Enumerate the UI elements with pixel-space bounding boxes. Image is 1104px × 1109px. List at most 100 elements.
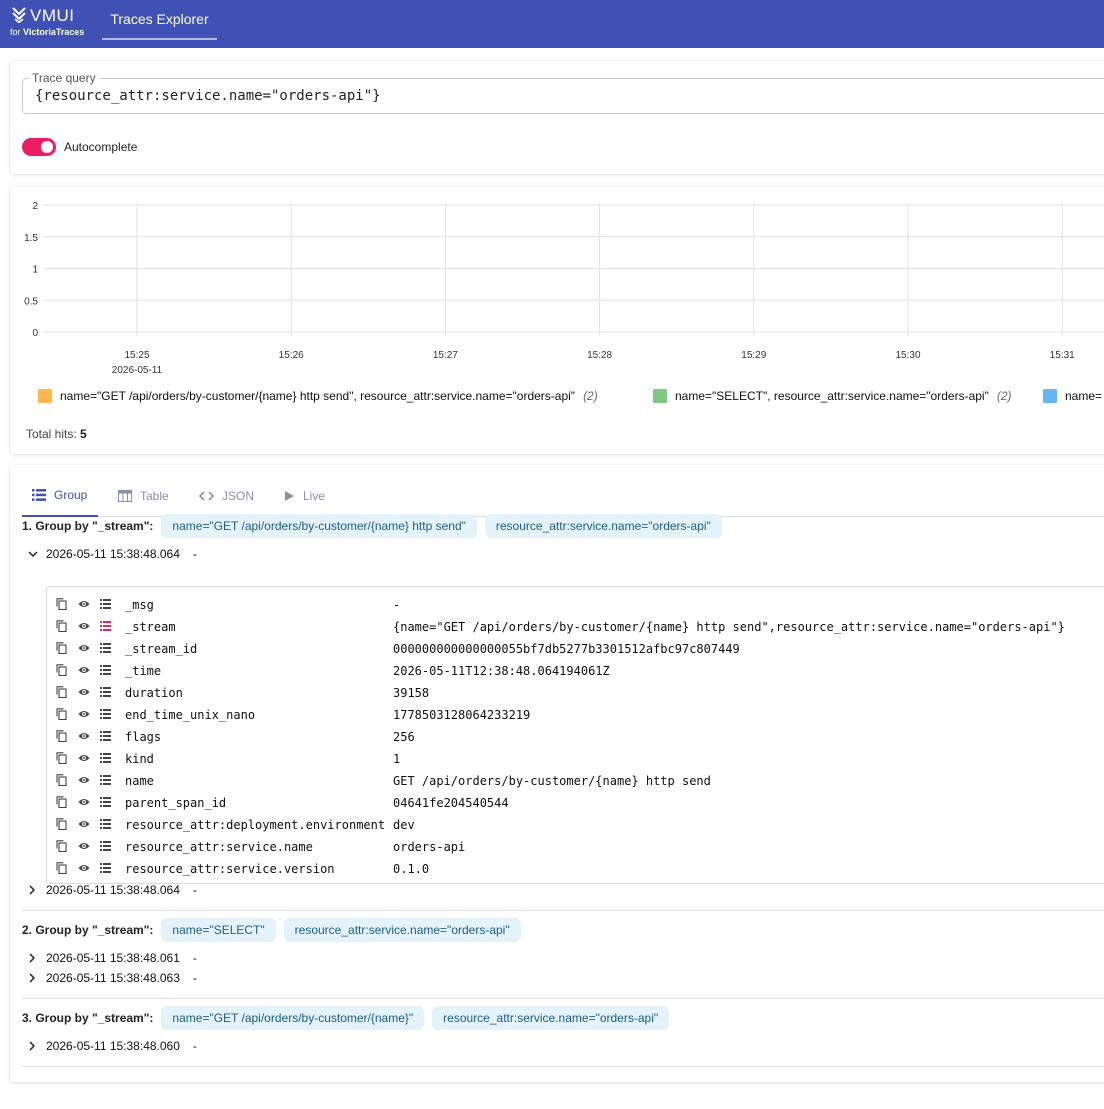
tab-json[interactable]: JSON xyxy=(199,475,261,517)
stream-chip[interactable]: resource_attr:service.name="orders-api" xyxy=(432,1006,670,1030)
eye-icon[interactable] xyxy=(78,731,90,741)
copy-icon[interactable] xyxy=(56,730,67,742)
chevron-right-icon[interactable] xyxy=(28,973,38,983)
copy-icon[interactable] xyxy=(56,708,67,720)
chevron-right-icon[interactable] xyxy=(28,885,38,895)
copy-icon[interactable] xyxy=(56,664,67,676)
field-key: _stream_id xyxy=(125,642,198,656)
copy-icon[interactable] xyxy=(56,774,67,786)
autocomplete-toggle[interactable] xyxy=(22,138,56,156)
trace-query-field[interactable]: Trace query {resource_attr:service.name=… xyxy=(22,71,1104,114)
eye-icon[interactable] xyxy=(78,643,90,653)
list-icon[interactable] xyxy=(100,775,111,785)
trace-query-input[interactable]: {resource_attr:service.name="orders-api"… xyxy=(35,88,381,104)
list-icon[interactable] xyxy=(100,665,111,675)
chevron-right-icon[interactable] xyxy=(28,1041,38,1051)
copy-icon[interactable] xyxy=(56,840,67,852)
group-divider xyxy=(22,998,1104,999)
tab-label: JSON xyxy=(222,489,255,503)
eye-icon[interactable] xyxy=(78,687,90,697)
copy-icon[interactable] xyxy=(56,752,67,764)
field-row: resource_attr:service.version 0.1.0 xyxy=(47,858,1104,880)
list-icon[interactable] xyxy=(100,863,111,873)
list-icon[interactable] xyxy=(100,731,111,741)
legend-swatch xyxy=(38,389,52,403)
field-row: kind 1 xyxy=(47,748,1104,770)
code-icon xyxy=(199,490,214,502)
eye-icon[interactable] xyxy=(78,665,90,675)
field-key: end_time_unix_nano xyxy=(125,708,256,722)
hits-chart[interactable]: 2 1.5 1 0.5 0 15:25 2026-05-11 15:26 15:27 15:28 1… xyxy=(10,187,1104,382)
stream-chip[interactable]: name="SELECT" xyxy=(161,918,276,942)
list-icon[interactable] xyxy=(100,687,111,697)
log-row[interactable]: 2026-05-11 15:38:48.061- xyxy=(28,951,197,965)
chevron-right-icon[interactable] xyxy=(28,953,38,963)
eye-icon[interactable] xyxy=(78,775,90,785)
stream-chip[interactable]: resource_attr:service.name="orders-api" xyxy=(283,918,521,942)
eye-icon[interactable] xyxy=(78,797,90,807)
eye-icon[interactable] xyxy=(78,819,90,829)
legend-item[interactable]: name= xyxy=(1043,389,1102,403)
stream-chip[interactable]: name="GET /api/orders/by-customer/{name}… xyxy=(161,514,477,538)
stream-chip[interactable]: name="GET /api/orders/by-customer/{name}… xyxy=(161,1006,425,1030)
tab-live[interactable]: Live xyxy=(283,475,335,517)
eye-icon[interactable] xyxy=(78,841,90,851)
list-icon[interactable] xyxy=(100,709,111,719)
copy-icon[interactable] xyxy=(56,642,67,654)
chart-panel: 2 1.5 1 0.5 0 15:25 2026-05-11 15:26 15:27 15:28 1… xyxy=(10,187,1104,454)
eye-icon[interactable] xyxy=(78,709,90,719)
field-key: parent_span_id xyxy=(125,796,227,810)
legend-item[interactable]: name="GET /api/orders/by-customer/{name}… xyxy=(38,389,598,403)
query-panel: Trace query {resource_attr:service.name=… xyxy=(10,61,1104,174)
field-value: 39158 xyxy=(393,686,430,700)
stream-chip[interactable]: resource_attr:service.name="orders-api" xyxy=(484,514,722,538)
list-icon[interactable] xyxy=(100,841,111,851)
legend-count: (2) xyxy=(996,389,1012,403)
log-row[interactable]: 2026-05-11 15:38:48.064- xyxy=(28,883,197,897)
x-tick-label: 15:30 xyxy=(895,350,920,361)
log-row-time: 2026-05-11 15:38:48.063 xyxy=(46,971,180,985)
log-row-message: - xyxy=(192,951,197,965)
field-row: resource_attr:service.name orders-api xyxy=(47,836,1104,858)
copy-icon[interactable] xyxy=(56,862,67,874)
nav-tab-traces-explorer[interactable]: Traces Explorer xyxy=(102,0,217,40)
copy-icon[interactable] xyxy=(56,818,67,830)
copy-icon[interactable] xyxy=(56,796,67,808)
eye-icon[interactable] xyxy=(78,753,90,763)
log-row[interactable]: 2026-05-11 15:38:48.060- xyxy=(28,1039,197,1053)
legend-item[interactable]: name="SELECT", resource_attr:service.nam… xyxy=(653,389,1012,403)
x-tick-label: 15:25 xyxy=(124,350,149,361)
vmui-logo[interactable]: VMUI for VictoriaTraces xyxy=(10,5,90,39)
chevron-down-icon[interactable] xyxy=(28,550,38,558)
list-icon[interactable] xyxy=(100,643,111,653)
copy-icon[interactable] xyxy=(56,620,67,632)
table-icon xyxy=(118,490,132,502)
list-icon[interactable] xyxy=(100,797,111,807)
list-icon[interactable] xyxy=(100,819,111,829)
field-row: end_time_unix_nano 1778503128064233219 xyxy=(47,704,1104,726)
copy-icon[interactable] xyxy=(56,686,67,698)
list-icon[interactable] xyxy=(100,621,111,631)
list-icon[interactable] xyxy=(100,599,111,609)
group-title: 1. Group by "_stream": xyxy=(22,519,154,533)
eye-icon[interactable] xyxy=(78,599,90,609)
field-value: - xyxy=(393,598,401,612)
tab-table[interactable]: Table xyxy=(118,475,178,517)
field-row: _msg - xyxy=(47,594,1104,616)
field-value: 256 xyxy=(393,730,415,744)
tab-group[interactable]: Group xyxy=(22,475,98,517)
legend-label: name= xyxy=(1065,389,1103,403)
log-row[interactable]: 2026-05-11 15:38:48.064- xyxy=(28,547,197,561)
log-row[interactable]: 2026-05-11 15:38:48.063- xyxy=(28,971,197,985)
field-key: resource_attr:service.version xyxy=(125,862,335,876)
copy-icon[interactable] xyxy=(56,598,67,610)
field-row: _time 2026-05-11T12:38:48.064194061Z xyxy=(47,660,1104,682)
field-key: kind xyxy=(125,752,154,766)
eye-icon[interactable] xyxy=(78,621,90,631)
eye-icon[interactable] xyxy=(78,863,90,873)
field-key: name xyxy=(125,774,154,788)
x-tick-label: 15:26 xyxy=(279,350,304,361)
trace-query-label: Trace query xyxy=(29,71,99,85)
group-header: 2. Group by "_stream": name="SELECT" resou… xyxy=(22,918,529,942)
list-icon[interactable] xyxy=(100,753,111,763)
